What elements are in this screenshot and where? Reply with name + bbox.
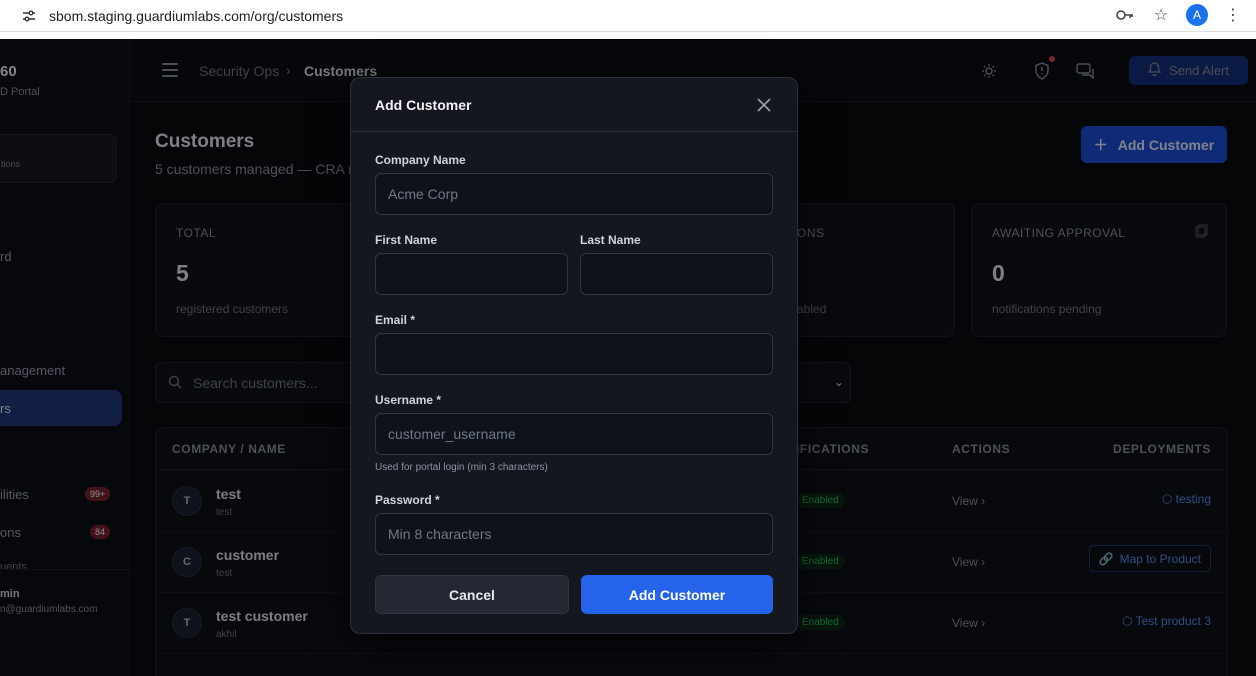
add-customer-dialog: Add Customer Company Name First Name Las…	[350, 77, 798, 634]
password-label: Password *	[375, 493, 440, 507]
profile-avatar[interactable]: A	[1186, 4, 1208, 26]
close-icon[interactable]	[755, 96, 773, 114]
browser-bottom-edge	[0, 32, 1256, 39]
key-icon[interactable]	[1114, 4, 1136, 26]
last-name-input[interactable]	[580, 253, 773, 295]
submit-add-customer-button[interactable]: Add Customer	[581, 575, 773, 614]
username-input[interactable]	[375, 413, 773, 455]
first-name-label: First Name	[375, 233, 438, 247]
company-name-input[interactable]	[375, 173, 773, 215]
password-input[interactable]	[375, 513, 773, 555]
dialog-title: Add Customer	[375, 97, 472, 113]
browser-address-bar: sbom.staging.guardiumlabs.com/org/custom…	[0, 0, 1256, 32]
dialog-header: Add Customer	[351, 78, 797, 132]
company-name-label: Company Name	[375, 153, 466, 167]
username-hint: Used for portal login (min 3 characters)	[375, 462, 548, 473]
email-field[interactable]	[375, 333, 773, 375]
site-settings-icon[interactable]	[20, 7, 38, 25]
first-name-input[interactable]	[375, 253, 568, 295]
username-label: Username *	[375, 393, 442, 407]
email-label: Email *	[375, 313, 416, 327]
star-icon[interactable]: ☆	[1150, 4, 1172, 26]
more-menu-icon[interactable]: ⋮	[1222, 4, 1244, 26]
last-name-label: Last Name	[580, 233, 641, 247]
cancel-button[interactable]: Cancel	[375, 575, 569, 614]
url-text[interactable]: sbom.staging.guardiumlabs.com/org/custom…	[49, 8, 343, 24]
